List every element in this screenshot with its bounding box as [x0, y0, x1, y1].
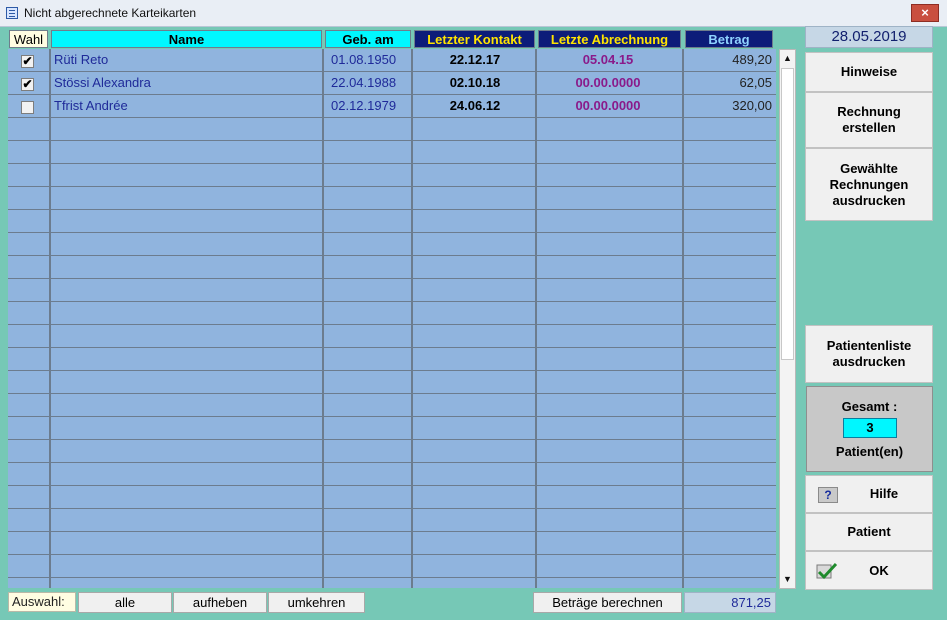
- hilfe-label: Hilfe: [869, 486, 899, 501]
- patientenliste-button[interactable]: Patientenliste ausdrucken: [805, 325, 933, 383]
- amount: 320,00: [732, 98, 772, 113]
- last-contact: 22.12.17: [449, 52, 501, 67]
- birth-date: 02.12.1979: [331, 98, 397, 113]
- last-contact: 02.10.18: [449, 75, 501, 90]
- scroll-down-arrow[interactable]: ▼: [780, 571, 795, 588]
- aufheben-button[interactable]: aufheben: [173, 592, 267, 613]
- table-row[interactable]: Tfrist Andrée 02.12.1979 24.06.12 00.00.000…: [8, 95, 776, 118]
- table-row[interactable]: [8, 118, 776, 141]
- table-row[interactable]: [8, 463, 776, 486]
- alle-button[interactable]: alle: [78, 592, 172, 613]
- column-header-geb[interactable]: Geb. am: [325, 30, 411, 48]
- table-row[interactable]: [8, 394, 776, 417]
- column-header-name[interactable]: Name: [51, 30, 322, 48]
- table-row[interactable]: [8, 141, 776, 164]
- ok-label: OK: [869, 562, 889, 578]
- table-row[interactable]: [8, 210, 776, 233]
- column-header-wahl[interactable]: Wahl: [9, 30, 48, 48]
- patient-button[interactable]: Patient: [805, 513, 933, 551]
- scroll-thumb[interactable]: [781, 68, 794, 360]
- gesamt-label: Gesamt :: [841, 399, 898, 414]
- row-checkbox[interactable]: [21, 101, 34, 114]
- patient-name: Stössi Alexandra: [54, 75, 151, 90]
- close-button[interactable]: ×: [911, 4, 939, 22]
- birth-date: 01.08.1950: [331, 52, 397, 67]
- scroll-up-arrow[interactable]: ▲: [780, 50, 795, 67]
- table-row[interactable]: [8, 325, 776, 348]
- table-row[interactable]: [8, 348, 776, 371]
- current-date: 28.05.2019: [805, 26, 933, 48]
- table-row[interactable]: [8, 555, 776, 578]
- column-header-betrag[interactable]: Betrag: [685, 30, 773, 48]
- table-row[interactable]: ✔ Rüti Reto 01.08.1950 22.12.17 05.04.15 489,…: [8, 49, 776, 72]
- table-row[interactable]: [8, 509, 776, 532]
- patient-name: Rüti Reto: [54, 52, 109, 67]
- table-row[interactable]: [8, 417, 776, 440]
- row-checkbox[interactable]: ✔: [21, 55, 34, 68]
- amount: 62,05: [739, 75, 772, 90]
- list-window-icon: [6, 7, 18, 19]
- gesamt-panel: Gesamt : 3 Patient(en): [806, 386, 933, 472]
- title-bar: Nicht abgerechnete Karteikarten ×: [0, 0, 947, 27]
- rechnungen-ausdrucken-button[interactable]: Gewählte Rechnungen ausdrucken: [805, 148, 933, 221]
- patient-name: Tfrist Andrée: [54, 98, 128, 113]
- gesamt-count: 3: [843, 418, 897, 438]
- table-row[interactable]: [8, 532, 776, 555]
- table-row[interactable]: [8, 302, 776, 325]
- table-row[interactable]: [8, 440, 776, 463]
- rechnung-erstellen-label: Rechnung erstellen: [837, 104, 901, 135]
- patientenliste-label: Patientenliste ausdrucken: [826, 338, 912, 369]
- table-row[interactable]: [8, 256, 776, 279]
- hinweise-label: Hinweise: [840, 64, 898, 79]
- birth-date: 22.04.1988: [331, 75, 397, 90]
- rechnungen-ausdrucken-label: Gewählte Rechnungen ausdrucken: [829, 160, 909, 208]
- amount: 489,20: [732, 52, 772, 67]
- total-amount: 871,25: [684, 592, 776, 613]
- hilfe-button[interactable]: ? Hilfe: [805, 475, 933, 513]
- window-title: Nicht abgerechnete Karteikarten: [24, 6, 197, 20]
- table-row[interactable]: ✔ Stössi Alexandra 22.04.1988 02.10.18 00.00…: [8, 72, 776, 95]
- last-billing: 00.00.0000: [575, 75, 641, 90]
- table-row[interactable]: [8, 233, 776, 256]
- auswahl-label: Auswahl:: [8, 592, 76, 612]
- column-header-abrechnung[interactable]: Letzte Abrechnung: [538, 30, 681, 48]
- last-billing: 00.00.0000: [575, 98, 641, 113]
- row-checkbox[interactable]: ✔: [21, 78, 34, 91]
- patient-label: Patient: [847, 524, 891, 539]
- table-row[interactable]: [8, 486, 776, 509]
- last-contact: 24.06.12: [449, 98, 501, 113]
- betraege-berechnen-button[interactable]: Beträge berechnen: [533, 592, 682, 613]
- table-row[interactable]: [8, 164, 776, 187]
- checkmark-icon: [816, 562, 838, 580]
- grid-body: ✔ Rüti Reto 01.08.1950 22.12.17 05.04.15 489,…: [8, 49, 776, 588]
- last-billing: 05.04.15: [582, 52, 634, 67]
- vertical-scrollbar[interactable]: ▲ ▼: [779, 49, 796, 589]
- hinweise-button[interactable]: Hinweise: [805, 52, 933, 92]
- table-row[interactable]: [8, 279, 776, 302]
- table-row[interactable]: [8, 371, 776, 394]
- patient-grid: Wahl Name Geb. am Letzter Kontakt Letzte…: [8, 30, 776, 588]
- rechnung-erstellen-button[interactable]: Rechnung erstellen: [805, 92, 933, 148]
- umkehren-button[interactable]: umkehren: [268, 592, 365, 613]
- question-icon: ?: [818, 487, 838, 503]
- ok-button[interactable]: OK: [805, 551, 933, 590]
- gesamt-unit: Patient(en): [835, 444, 904, 459]
- close-icon: ×: [921, 5, 929, 20]
- table-row[interactable]: [8, 187, 776, 210]
- column-header-kontakt[interactable]: Letzter Kontakt: [414, 30, 535, 48]
